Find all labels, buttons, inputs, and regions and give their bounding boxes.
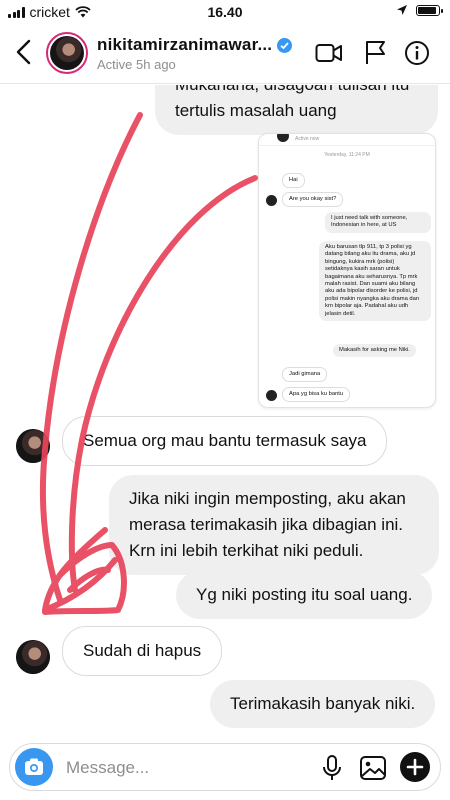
message-thread[interactable]: Mukanana, disagoan tulisan itu tertulis … bbox=[0, 85, 450, 740]
message-text: Jika niki ingin memposting, aku akan bbox=[129, 489, 406, 508]
location-arrow-icon bbox=[397, 5, 407, 15]
screenshot-line: Aku barusan tlp 911, tp 3 polisi yg bbox=[325, 244, 412, 250]
message-composer: Message... bbox=[9, 743, 441, 791]
screenshot-line: jelasin detil. bbox=[325, 310, 356, 317]
screenshot-active-status: Active now bbox=[295, 136, 320, 142]
screenshot-line: bingung, kukira mrk (polisi) bbox=[325, 258, 395, 265]
profile-name-link[interactable]: nikitamirzanimawar... bbox=[97, 35, 293, 55]
screenshot-line: bagaimana aku seharusnya. Tp mrk bbox=[325, 273, 418, 280]
screenshot-message: Apa yg bisa ku bantu bbox=[282, 387, 351, 403]
clock: 16.40 bbox=[207, 4, 243, 20]
message-bubble: Sudah di hapus bbox=[62, 626, 223, 676]
screenshot-message: Hai bbox=[282, 173, 305, 189]
shared-screenshot[interactable]: Active now Yesterday, 11:24 PM Hai Are y… bbox=[258, 133, 436, 408]
screenshot-line: datang bilang aku itu drama, aku jd bbox=[325, 251, 416, 258]
sender-avatar[interactable] bbox=[16, 429, 50, 463]
screenshot-avatar bbox=[266, 390, 277, 401]
plus-icon bbox=[406, 758, 424, 776]
screenshot-avatar bbox=[266, 195, 277, 206]
screenshot-message: Jadi gimana bbox=[282, 367, 328, 383]
message-text: Krn ini lebih terkihat niki peduli. bbox=[129, 541, 364, 560]
screenshot-message: I just need talk with someone, Indonesia… bbox=[325, 212, 431, 233]
camera-icon bbox=[25, 758, 43, 775]
chat-header: nikitamirzanimawar... Active 5h ago bbox=[0, 24, 450, 84]
screenshot-line: setidaknya kasih saran untuk bbox=[325, 266, 400, 273]
screenshot-line: polisi makin nyangka aku drama dan bbox=[325, 295, 420, 302]
battery-icon bbox=[416, 4, 443, 16]
username: nikitamirzanimawar... bbox=[97, 35, 273, 54]
screenshot-line: I just need talk with someone, bbox=[331, 215, 408, 221]
screenshot-message: Aku barusan tlp 911, tp 3 polisi yg datan… bbox=[319, 241, 431, 322]
message-text: Mukanana, disagoan tulisan itu bbox=[175, 85, 418, 98]
message-bubble: Yg niki posting itu soal uang. bbox=[176, 571, 433, 619]
message-bubble: Semua org mau bantu termasuk saya bbox=[62, 416, 388, 466]
screenshot-line: malah rasist. Dan suami aku bilang bbox=[325, 281, 416, 288]
message-text: tertulis masalah uang bbox=[175, 101, 337, 120]
active-status: Active 5h ago bbox=[97, 57, 176, 72]
screenshot-line: Indonesian in here, at US bbox=[331, 222, 397, 229]
video-call-icon[interactable] bbox=[315, 40, 343, 66]
camera-button[interactable] bbox=[15, 748, 53, 786]
info-icon[interactable] bbox=[404, 40, 432, 66]
message-bubble: Mukanana, disagoan tulisan itu tertulis … bbox=[155, 85, 438, 135]
screenshot-message: Are you okay sist? bbox=[282, 192, 344, 208]
message-input[interactable]: Message... bbox=[66, 758, 149, 778]
screenshot-line: aku ada bipolar disorder ke polisi, jd bbox=[325, 288, 418, 295]
message-bubble: Jika niki ingin memposting, aku akan mer… bbox=[109, 475, 439, 575]
gallery-icon[interactable] bbox=[359, 754, 387, 782]
back-chevron-icon[interactable] bbox=[12, 38, 36, 66]
message-bubble: Terimakasih banyak niki. bbox=[210, 680, 436, 728]
profile-avatar[interactable] bbox=[46, 32, 88, 74]
screenshot-line: krn bipolar aja. Padahal aku udh bbox=[325, 303, 409, 310]
message-text: merasa terimakasih jika dibagian ini. bbox=[129, 515, 404, 534]
add-content-button[interactable] bbox=[400, 752, 430, 782]
flag-icon[interactable] bbox=[362, 40, 390, 66]
status-bar: cricket 16.40 bbox=[0, 0, 450, 24]
sender-avatar[interactable] bbox=[16, 640, 50, 674]
screenshot-date: Yesterday, 11:24 PM bbox=[324, 152, 370, 158]
screenshot-message: Makasih for asking me Niki. bbox=[333, 344, 416, 358]
microphone-icon[interactable] bbox=[318, 754, 346, 782]
verified-badge-icon bbox=[277, 37, 293, 53]
